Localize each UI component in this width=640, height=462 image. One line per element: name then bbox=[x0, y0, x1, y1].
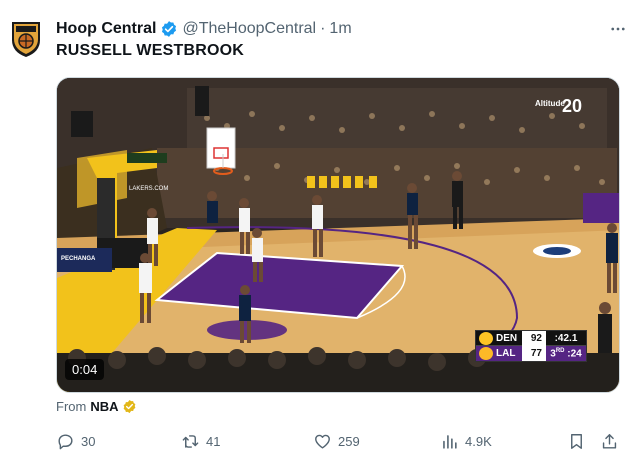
tweet-header: Hoop Central @TheHoopCentral · 1m bbox=[56, 18, 628, 40]
avatar[interactable] bbox=[10, 18, 42, 58]
game-clock: :42.1 bbox=[554, 332, 578, 344]
separator-dot: · bbox=[320, 20, 326, 37]
tweet-text: RUSSELL WESTBROOK bbox=[56, 42, 245, 59]
quarter-suffix: RD bbox=[555, 347, 565, 354]
home-score: 92 bbox=[522, 330, 546, 346]
home-team: DEN bbox=[496, 332, 518, 344]
arena-logo: 20 bbox=[562, 96, 582, 116]
away-score: 77 bbox=[522, 346, 546, 361]
video-timer: 0:04 bbox=[65, 359, 105, 380]
author-name[interactable]: Hoop Central bbox=[56, 20, 156, 38]
author-handle[interactable]: @TheHoopCentral bbox=[182, 20, 316, 38]
tweet-card[interactable]: Hoop Central @TheHoopCentral · 1m RUSSEL… bbox=[0, 0, 640, 462]
source-prefix: From bbox=[56, 399, 87, 414]
retweet-icon bbox=[182, 434, 199, 448]
shot-clock: :24 bbox=[567, 348, 582, 360]
baseline-text: LAKERS.COM bbox=[129, 186, 168, 192]
scoreboard: DEN 92 :42.1 LAL 77 3RD :24 bbox=[475, 330, 587, 362]
more-dots-icon bbox=[611, 27, 625, 31]
view-count: 4.9K bbox=[465, 433, 492, 449]
like-button[interactable]: 259 bbox=[313, 430, 360, 452]
bookmark-icon bbox=[571, 433, 582, 449]
reply-count: 30 bbox=[81, 433, 96, 449]
share-button[interactable] bbox=[600, 430, 619, 452]
hoop-central-logo-icon bbox=[12, 22, 40, 57]
nuggets-logo-icon bbox=[479, 331, 493, 345]
action-bar: 30 41 259 4.9K bbox=[56, 430, 630, 452]
lakers-logo-icon bbox=[479, 347, 493, 360]
bookmark-button[interactable] bbox=[567, 430, 586, 452]
more-options-button[interactable] bbox=[606, 18, 630, 40]
verified-badge-icon bbox=[162, 21, 177, 37]
quarter-info: 3RD :24 bbox=[546, 348, 586, 359]
like-count: 259 bbox=[338, 433, 360, 449]
retweet-count: 41 bbox=[206, 433, 221, 449]
away-team: LAL bbox=[496, 348, 516, 359]
gold-verified-badge-icon bbox=[123, 399, 135, 414]
source-name[interactable]: NBA bbox=[90, 399, 118, 414]
timestamp[interactable]: 1m bbox=[329, 20, 351, 38]
reply-icon bbox=[58, 433, 73, 449]
heart-icon bbox=[315, 434, 330, 449]
video-player[interactable]: Altitude 20 LAKERS.COM PECHANGA DEN 92 :… bbox=[56, 77, 620, 393]
share-icon bbox=[602, 433, 617, 449]
arena-logo-sub: Altitude bbox=[535, 99, 565, 108]
scoreboard-row-away: LAL 77 3RD :24 bbox=[476, 346, 586, 361]
reply-button[interactable]: 30 bbox=[56, 430, 95, 452]
analytics-icon bbox=[443, 434, 457, 449]
retweet-button[interactable]: 41 bbox=[181, 430, 220, 452]
sponsor-text: PECHANGA bbox=[61, 256, 96, 262]
source-attribution: From NBA bbox=[56, 399, 137, 414]
scoreboard-row-home: DEN 92 :42.1 bbox=[476, 330, 586, 346]
views-button[interactable]: 4.9K bbox=[440, 430, 492, 452]
